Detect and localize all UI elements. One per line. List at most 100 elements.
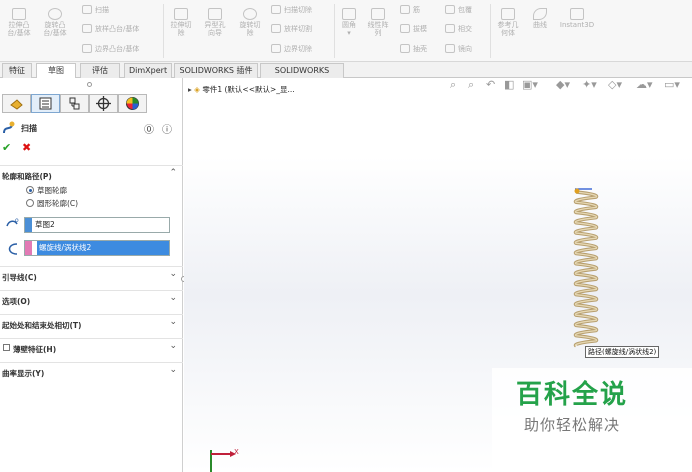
chevron-down-icon[interactable]: ⌄: [169, 293, 177, 303]
edit-appearance-icon[interactable]: ◇▾: [608, 78, 622, 94]
swept-cut-label: 扫描切除: [284, 6, 312, 14]
wrap-button[interactable]: 包覆: [445, 3, 472, 17]
sweep-header: 扫描 ⓪ ⓘ: [0, 120, 183, 136]
mirror-icon: [445, 44, 455, 53]
zoom-to-area-icon[interactable]: ⌕: [468, 78, 474, 94]
extrude-cut-label: 拉伸切 除: [170, 21, 192, 37]
instant3d-label: Instant3D: [559, 21, 595, 29]
profile-icon: o: [6, 217, 19, 227]
chevron-up-icon[interactable]: ⌃: [169, 168, 177, 178]
property-manager-tab[interactable]: [31, 94, 60, 113]
panel-grip-icon[interactable]: [87, 82, 92, 87]
mirror-button[interactable]: 镜向: [445, 42, 472, 56]
extrude-cut-button[interactable]: 拉伸切 除: [166, 8, 196, 37]
fillet-dropdown-icon[interactable]: ▾: [337, 29, 361, 37]
ribbon-divider: [490, 4, 491, 58]
tab-solidworks-addins[interactable]: SOLIDWORKS 插件: [174, 63, 258, 78]
thin-feature-section-header[interactable]: 薄壁特征(H) ⌄: [0, 338, 183, 356]
tab-sketch[interactable]: 草图: [36, 63, 76, 78]
feature-tree-flyout[interactable]: ▸ ◈ 零件1 (默认<<默认>_显...: [188, 84, 295, 95]
tab-features[interactable]: 特征: [2, 63, 32, 78]
expand-arrow-icon[interactable]: ▸: [188, 85, 192, 94]
chevron-down-icon[interactable]: ⌄: [169, 317, 177, 327]
curves-label: 曲线: [533, 21, 547, 29]
wrap-label: 包覆: [458, 6, 472, 14]
boundary-boss-button[interactable]: 边界凸台/基体: [82, 42, 139, 56]
appearance-sphere-icon: [126, 97, 139, 110]
sweep-button[interactable]: 扫描: [82, 3, 109, 17]
zoom-to-fit-icon[interactable]: ⌕: [450, 78, 456, 94]
thin-feature-label: 薄壁特征(H): [13, 345, 57, 354]
view-orientation-icon[interactable]: ▣▾: [522, 78, 538, 94]
draft-button[interactable]: 拔模: [400, 22, 427, 36]
swept-cut-icon: [271, 5, 281, 14]
part-icon: ◈: [194, 85, 200, 94]
fillet-button[interactable]: 圆角 ▾: [337, 8, 361, 37]
view-settings-icon[interactable]: ▭▾: [664, 78, 680, 94]
hole-wizard-button[interactable]: 异型孔 向导: [198, 8, 232, 37]
hole-wizard-label: 异型孔 向导: [204, 21, 226, 37]
radio-circular-profile-label: 圆形轮廓(C): [37, 199, 79, 208]
loft-boss-label: 放样凸台/基体: [95, 25, 140, 33]
profile-value: 草图2: [35, 220, 55, 229]
section-view-icon[interactable]: ◧: [504, 78, 514, 94]
feature-ribbon: 拉伸凸 台/基体 旋转凸 台/基体 扫描 放样凸台/基体 边界凸台/基体 拉伸切…: [0, 0, 692, 62]
extrude-boss-button[interactable]: 拉伸凸 台/基体: [2, 8, 36, 37]
thin-feature-checkbox[interactable]: [3, 344, 10, 351]
revolve-cut-button[interactable]: 旋转切 除: [234, 8, 266, 37]
tab-evaluate[interactable]: 评估: [80, 63, 120, 78]
options-section-header[interactable]: 选项(O) ⌄: [0, 290, 183, 308]
intersect-button[interactable]: 相交: [445, 22, 472, 36]
apply-scene-icon[interactable]: ☁▾: [636, 78, 653, 94]
watermark-brand: 百科全说: [516, 380, 629, 410]
radio-circular-profile[interactable]: 圆形轮廓(C): [26, 198, 78, 209]
instant3d-button[interactable]: Instant3D: [556, 8, 598, 29]
help-icon[interactable]: ⓪: [144, 121, 154, 136]
radio-sketch-profile-label: 草图轮廓: [37, 186, 67, 195]
whats-new-icon[interactable]: ⓘ: [162, 121, 172, 136]
revolve-boss-button[interactable]: 旋转凸 台/基体: [38, 8, 72, 37]
graphics-area[interactable]: ▸ ◈ 零件1 (默认<<默认>_显... ⌕ ⌕ ↶ ◧ ▣▾ ◆▾ ✦▾ ◇…: [184, 78, 692, 472]
previous-view-icon[interactable]: ↶: [486, 78, 495, 94]
loft-boss-button[interactable]: 放样凸台/基体: [82, 22, 139, 36]
lofted-cut-button[interactable]: 放样切割: [271, 22, 312, 36]
ok-button[interactable]: ✔: [2, 141, 11, 154]
rib-icon: [400, 5, 410, 14]
swept-cut-button[interactable]: 扫描切除: [271, 3, 312, 17]
linear-pattern-label: 线性阵 列: [367, 21, 389, 37]
chevron-down-icon[interactable]: ⌄: [169, 365, 177, 375]
property-manager-panel: 扫描 ⓪ ⓘ ✔ ✖ 轮廓和路径(P) ⌃ 草图轮廓 圆形轮廓(C) o 草图2…: [0, 78, 183, 472]
curves-button[interactable]: 曲线: [527, 8, 553, 29]
profile-selection-field[interactable]: 草图2: [24, 217, 170, 233]
path-callout[interactable]: 路径(螺旋线/涡状线2): [585, 346, 660, 358]
revolve-icon: [48, 8, 62, 20]
cancel-button[interactable]: ✖: [22, 141, 31, 154]
configuration-manager-tab[interactable]: [60, 94, 89, 113]
tangency-section-header[interactable]: 起始处和结束处相切(T) ⌄: [0, 314, 183, 332]
helix-spring[interactable]: [572, 186, 602, 348]
profile-path-section-header[interactable]: 轮廓和路径(P) ⌃: [0, 165, 183, 183]
feature-manager-tab[interactable]: [2, 94, 31, 113]
linear-pattern-button[interactable]: 线性阵 列: [363, 8, 393, 37]
display-style-icon[interactable]: ◆▾: [556, 78, 570, 94]
curvature-section-header[interactable]: 曲率显示(Y) ⌄: [0, 362, 183, 380]
tab-dimxpert[interactable]: DimXpert: [124, 63, 172, 78]
guide-curves-section-header[interactable]: 引导线(C) ⌄: [0, 266, 183, 284]
revolve-cut-label: 旋转切 除: [239, 21, 261, 37]
reference-geometry-button[interactable]: 参考几 何体: [493, 8, 523, 37]
property-list-icon: [39, 97, 52, 110]
configuration-icon: [69, 97, 80, 110]
tab-solidworks-mbd[interactable]: SOLIDWORKS MBD: [260, 63, 344, 89]
hide-show-items-icon[interactable]: ✦▾: [582, 78, 597, 94]
rib-button[interactable]: 筋: [400, 3, 420, 17]
reference-geometry-label: 参考几 何体: [497, 21, 519, 37]
chevron-down-icon[interactable]: ⌄: [169, 269, 177, 279]
radio-sketch-profile[interactable]: 草图轮廓: [26, 185, 67, 196]
shell-button[interactable]: 抽壳: [400, 42, 427, 56]
chevron-down-icon[interactable]: ⌄: [169, 341, 177, 351]
dimxpert-manager-tab[interactable]: [89, 94, 118, 113]
display-manager-tab[interactable]: [118, 94, 147, 113]
guide-curves-label: 引导线(C): [2, 273, 37, 282]
boundary-cut-button[interactable]: 边界切除: [271, 42, 312, 56]
path-selection-field[interactable]: 螺旋线/涡状线2: [24, 240, 170, 256]
